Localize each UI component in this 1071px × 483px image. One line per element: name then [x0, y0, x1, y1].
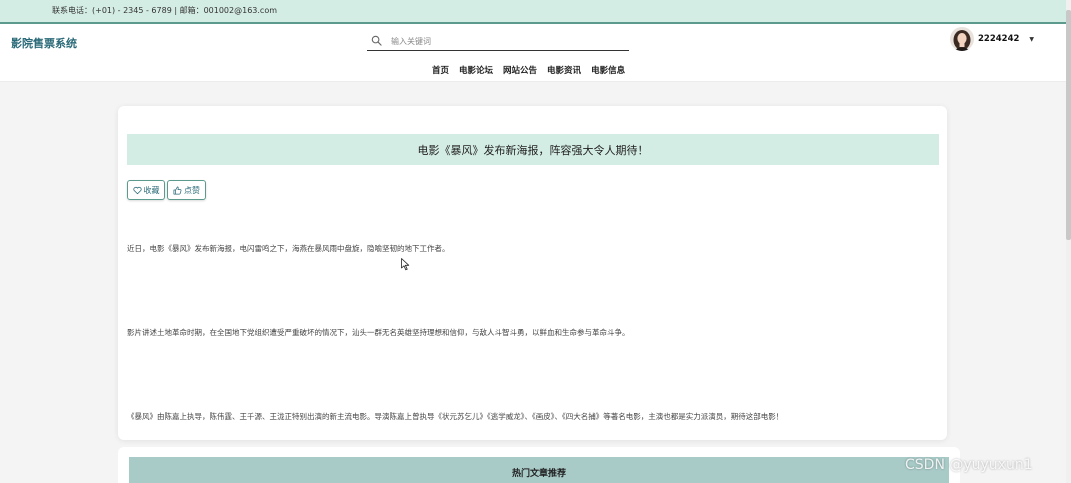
top-contact-bar: 联系电话：(+01) - 2345 - 6789 | 邮箱：001002@163… [0, 0, 1071, 24]
search-icon[interactable] [371, 35, 382, 46]
username[interactable]: 2224242 [978, 34, 1019, 44]
page-scrollbar[interactable] [1066, 0, 1071, 483]
site-brand[interactable]: 影院售票系统 [11, 35, 77, 51]
search-input[interactable] [391, 34, 621, 48]
thumbs-up-icon [173, 186, 182, 194]
nav-home[interactable]: 首页 [432, 64, 449, 76]
hot-articles-header: 热门文章推荐 [129, 457, 949, 483]
nav-news[interactable]: 电影资讯 [547, 64, 581, 76]
nav-announcements[interactable]: 网站公告 [503, 64, 537, 76]
article-card: 电影《暴风》发布新海报，阵容强大令人期待！ 收藏 点赞 近日，电影《暴风》发布新… [118, 106, 947, 440]
heart-icon [132, 186, 142, 194]
main-nav: 首页 电影论坛 网站公告 电影资讯 电影信息 [432, 64, 625, 76]
article-title: 电影《暴风》发布新海报，阵容强大令人期待！ [417, 143, 649, 157]
article-paragraph: 近日，电影《暴风》发布新海报，电闪雷鸣之下，海燕在暴风雨中盘旋，隐喻坚韧的地下工… [127, 244, 450, 253]
hot-articles-section: 热门文章推荐 [118, 447, 960, 483]
nav-movie-info[interactable]: 电影信息 [591, 64, 625, 76]
contact-info: 联系电话：(+01) - 2345 - 6789 | 邮箱：001002@163… [52, 6, 278, 15]
like-button[interactable]: 点赞 [167, 180, 206, 200]
article-paragraph: 《暴风》由陈嘉上执导，陈伟霆、王千源、王泷正特别出演的新主流电影。导演陈嘉上曾执… [127, 412, 784, 421]
nav-forum[interactable]: 电影论坛 [459, 64, 493, 76]
csdn-watermark: CSDN @yuyuxun1 [905, 457, 1033, 473]
scrollbar-thumb[interactable] [1066, 10, 1071, 240]
avatar[interactable] [950, 27, 974, 51]
site-header: 影院售票系统 首页 电影论坛 网站公告 电影资讯 电影信息 2224242 ▼ [0, 24, 1071, 82]
hot-articles-title: 热门文章推荐 [511, 468, 566, 479]
article-title-band: 电影《暴风》发布新海报，阵容强大令人期待！ [127, 134, 939, 165]
search-bar [367, 32, 629, 51]
article-paragraph: 影片讲述土地革命时期，在全国地下党组织遭受严重破坏的情况下，汕头一群无名英雄坚持… [127, 328, 630, 337]
chevron-down-icon[interactable]: ▼ [1029, 36, 1034, 43]
favorite-button[interactable]: 收藏 [127, 180, 165, 200]
mouse-cursor-icon [401, 258, 410, 271]
like-label: 点赞 [184, 185, 200, 195]
user-menu[interactable]: 2224242 ▼ [950, 27, 1034, 51]
favorite-label: 收藏 [143, 185, 160, 195]
